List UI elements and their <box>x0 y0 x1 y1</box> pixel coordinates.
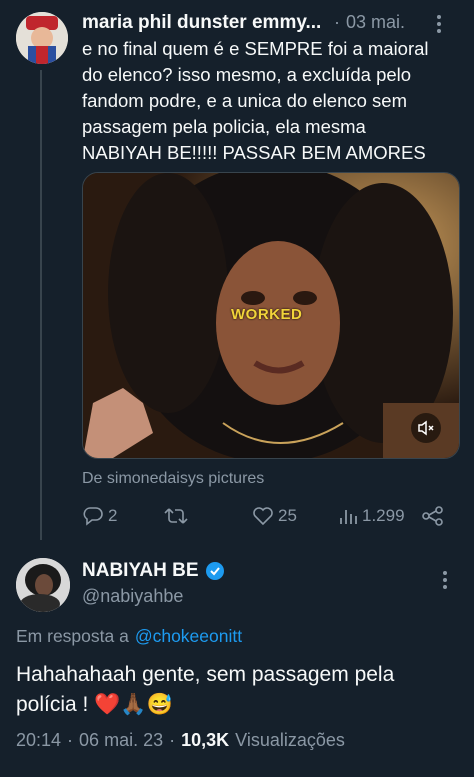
tweet-text-line: fandom podre, e a unica do elenco sem <box>82 90 407 111</box>
avatar-photo <box>16 558 70 612</box>
reply-button[interactable]: 2 <box>82 506 117 526</box>
thread-line <box>40 70 42 540</box>
views-count: 1.299 <box>362 506 405 525</box>
tweet-text-line: e no final quem é e SEMPRE foi a maioral <box>82 38 429 59</box>
reply-to-link[interactable]: @chokeeonitt <box>135 626 242 647</box>
share-button[interactable] <box>422 506 444 526</box>
main-more-options-icon[interactable] <box>442 570 448 590</box>
like-button[interactable]: 25 <box>252 506 297 526</box>
main-tweet-text-line-2: polícia ! ❤️🙏🏾😅 <box>16 693 173 716</box>
tweet-media-gif[interactable]: WORKED <box>82 172 460 459</box>
main-tweet-text-line: Hahahahaah gente, sem passagem pela <box>16 663 395 686</box>
views-icon <box>340 510 357 524</box>
main-author-name[interactable]: NABIYAH BE <box>82 560 199 582</box>
reply-icon <box>83 507 103 526</box>
main-author-row: NABIYAH BE <box>82 560 225 582</box>
views-button[interactable]: 1.299 <box>338 506 405 526</box>
main-author-avatar[interactable] <box>16 558 70 612</box>
retweet-button[interactable] <box>164 506 192 526</box>
main-author-handle[interactable]: @nabiyahbe <box>82 586 183 607</box>
tweet-text: e no final quem é e SEMPRE foi a maioral… <box>82 36 462 166</box>
main-tweet-meta: 20:14 · 06 mai. 23 · 10,3K Visualizações <box>16 730 345 751</box>
mute-icon <box>418 420 434 436</box>
more-options-icon[interactable] <box>436 14 442 34</box>
tweet-text-line: do elenco? isso mesmo, a excluída pelo <box>82 64 412 85</box>
main-tweet-text: Hahahahaah gente, sem passagem pela polí… <box>16 660 466 720</box>
meta-dot: · <box>67 730 74 750</box>
meta-dot: · <box>169 730 176 750</box>
verified-badge-icon <box>205 562 224 580</box>
share-icon <box>422 506 443 526</box>
media-source[interactable]: De simonedaisys pictures <box>82 470 264 488</box>
meta-separator: · <box>334 12 340 32</box>
reply-count: 2 <box>108 506 118 525</box>
tweet-date[interactable]: 03 mai. <box>346 12 405 33</box>
heart-icon <box>253 507 273 526</box>
emoji-group: ❤️🙏🏾😅 <box>94 693 173 716</box>
reply-prefix: Em resposta a <box>16 626 129 646</box>
retweet-icon <box>164 508 188 524</box>
author-name[interactable]: maria phil dunster emmy... <box>82 12 321 34</box>
tweet-text-line: passagem pela policia, ela mesma <box>82 116 366 137</box>
like-count: 25 <box>278 506 297 525</box>
reply-context: Em resposta a @chokeeonitt <box>16 626 242 647</box>
tweet-meta: · 03 mai. <box>334 12 405 33</box>
media-caption-overlay: WORKED <box>231 306 303 323</box>
mute-button[interactable] <box>411 413 441 443</box>
tweet-text-line: NABIYAH BE!!!!! PASSAR BEM AMORES <box>82 142 426 163</box>
author-avatar[interactable] <box>16 12 68 64</box>
views-total: 10,3K <box>181 730 230 750</box>
views-label: Visualizações <box>235 730 345 750</box>
tweet-full-date[interactable]: 06 mai. 23 <box>79 730 163 751</box>
tweet-time[interactable]: 20:14 <box>16 730 61 751</box>
avatar-illustration <box>16 12 68 64</box>
